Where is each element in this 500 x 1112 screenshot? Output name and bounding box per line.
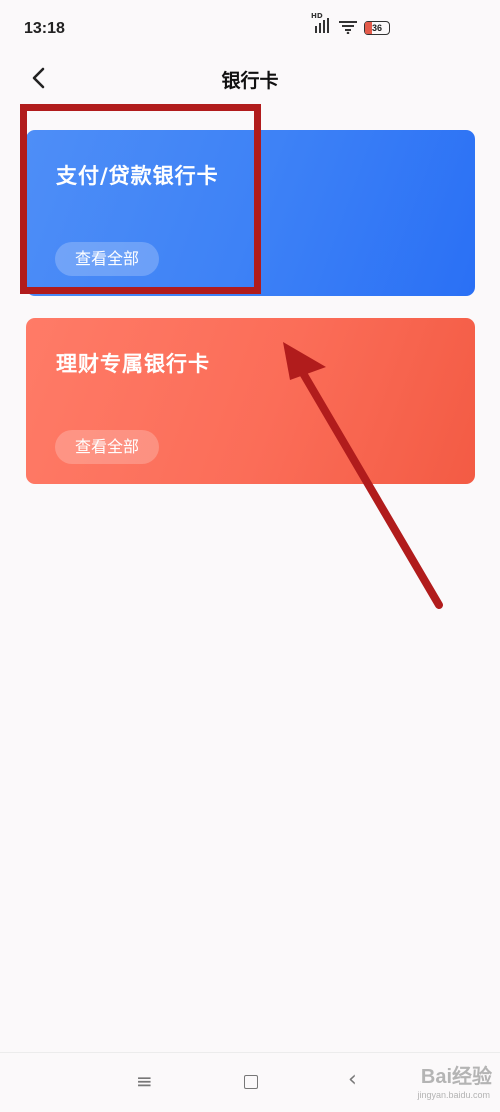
home-square-icon[interactable]: [244, 1075, 258, 1089]
menu-icon[interactable]: ≡: [136, 1069, 153, 1093]
status-bar: 13:18 HD 36: [0, 0, 500, 56]
status-icons: HD 36: [311, 12, 390, 38]
wifi-icon: [338, 18, 358, 38]
battery-level: 36: [371, 23, 382, 33]
watermark-url: jingyan.baidu.com: [417, 1090, 490, 1100]
battery-icon: 36: [364, 21, 390, 35]
header-bar: 银行卡: [0, 56, 500, 100]
card-title: 理财专属银行卡: [56, 352, 210, 376]
view-all-button[interactable]: 查看全部: [55, 430, 159, 464]
back-chevron-icon[interactable]: ‹: [348, 1067, 357, 1092]
annotation-highlight-box: [20, 104, 261, 294]
hd-label: HD: [311, 12, 323, 20]
page-title: 银行卡: [221, 70, 279, 92]
wealth-management-card[interactable]: 理财专属银行卡 查看全部: [26, 318, 475, 484]
signal-icon: HD: [311, 12, 332, 38]
watermark-logo: Bai经验: [420, 1066, 492, 1088]
status-time: 13:18: [24, 20, 65, 37]
